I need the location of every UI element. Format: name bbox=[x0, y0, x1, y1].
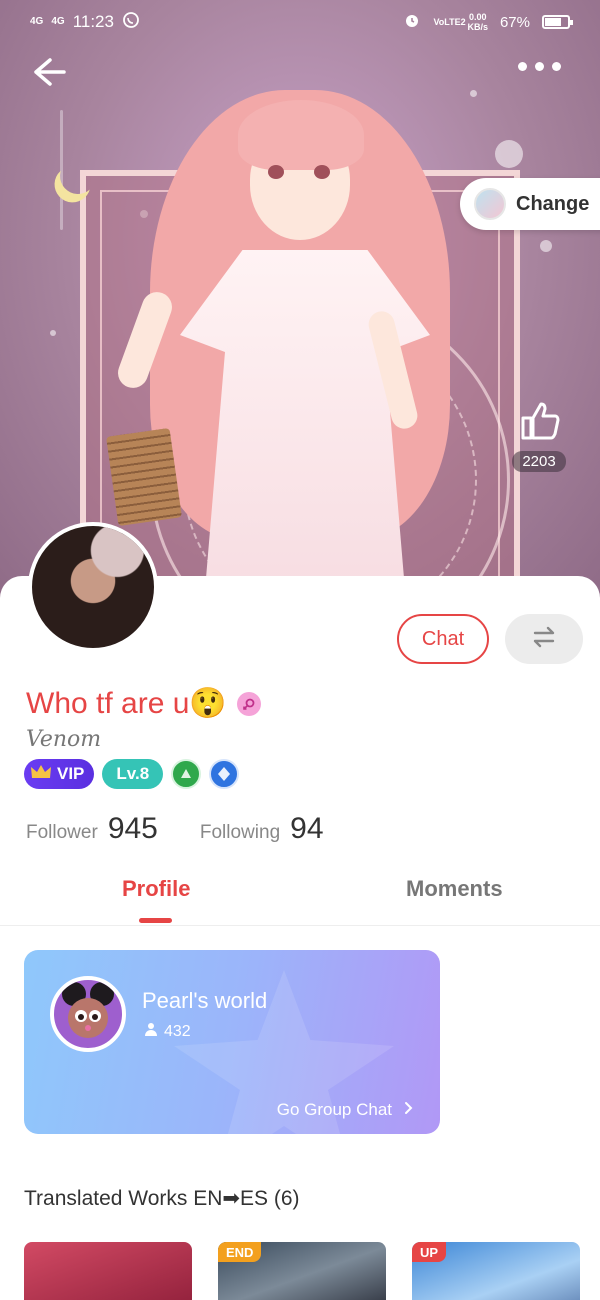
group-name: Pearl's world bbox=[142, 988, 268, 1013]
work-cover[interactable]: UP bbox=[412, 1242, 580, 1300]
volte-indicator: VoLTE2 bbox=[433, 17, 466, 27]
network-speed-value: 0.00 bbox=[468, 12, 487, 22]
tab-profile[interactable]: Profile bbox=[122, 876, 190, 902]
chat-label: Chat bbox=[421, 627, 465, 650]
battery-icon bbox=[542, 15, 573, 29]
back-arrow-icon[interactable] bbox=[28, 52, 68, 92]
following-label[interactable]: Following bbox=[200, 822, 280, 844]
person-icon bbox=[144, 1022, 158, 1041]
change-outfit-button[interactable]: Change bbox=[460, 178, 600, 230]
crown-icon bbox=[30, 763, 52, 786]
badge-row: VIP Lv.8 bbox=[24, 758, 240, 790]
follower-count[interactable]: 945 bbox=[108, 812, 158, 846]
member-count: 432 bbox=[164, 1022, 191, 1040]
work-cover[interactable] bbox=[24, 1242, 192, 1300]
like-count: 2203 bbox=[512, 451, 566, 472]
work-cover[interactable]: END bbox=[218, 1242, 386, 1300]
profile-cover-image: 4G 4G 11:23 VoLTE2 0.00 KB/s 67% Change bbox=[0, 0, 600, 600]
achievement-gem-icon[interactable] bbox=[209, 759, 240, 789]
follow-stats: Follower 945 Following 94 bbox=[26, 812, 366, 846]
alarm-icon bbox=[403, 11, 421, 33]
tab-moments[interactable]: Moments bbox=[406, 876, 503, 902]
translated-works-title: Translated Works EN➡ES (6) bbox=[24, 1187, 300, 1210]
status-badge: UP bbox=[412, 1242, 447, 1262]
follower-label[interactable]: Follower bbox=[26, 822, 98, 844]
whatsapp-icon bbox=[122, 11, 140, 34]
female-gender-icon bbox=[236, 691, 261, 716]
swap-arrows-icon bbox=[531, 626, 557, 653]
profile-tabs: Profile Moments bbox=[0, 868, 600, 926]
chat-button[interactable]: Chat bbox=[397, 614, 489, 664]
achievement-medal-icon[interactable] bbox=[171, 759, 202, 789]
like-button[interactable]: 2203 bbox=[505, 398, 573, 472]
group-member-count: 432 bbox=[144, 1022, 191, 1041]
level-label: Lv.8 bbox=[116, 764, 150, 783]
status-bar: 4G 4G 11:23 VoLTE2 0.00 KB/s 67% bbox=[0, 0, 600, 44]
vip-label: VIP bbox=[57, 764, 85, 783]
vip-badge[interactable]: VIP bbox=[24, 759, 95, 789]
network-indicator: 4G bbox=[30, 16, 44, 27]
username-text: Who tf are u😲 bbox=[26, 687, 227, 720]
username: Who tf are u😲 bbox=[26, 686, 261, 721]
signature: Venom bbox=[26, 727, 102, 752]
outfit-thumbnail bbox=[474, 188, 506, 220]
switch-button[interactable] bbox=[505, 614, 583, 664]
go-group-chat-label: Go Group Chat bbox=[276, 1100, 392, 1119]
status-badge: END bbox=[218, 1242, 262, 1262]
network-indicator-2: 4G bbox=[51, 16, 65, 27]
network-speed: 0.00 KB/s bbox=[467, 12, 488, 32]
clock: 11:23 bbox=[72, 12, 114, 31]
following-count[interactable]: 94 bbox=[290, 812, 323, 846]
more-options-icon[interactable] bbox=[518, 62, 561, 71]
avatar[interactable] bbox=[28, 522, 158, 652]
works-list: END UP bbox=[24, 1242, 580, 1300]
go-group-chat-link[interactable]: Go Group Chat bbox=[277, 1100, 414, 1120]
thumbs-up-icon bbox=[517, 402, 561, 446]
active-tab-indicator bbox=[139, 918, 172, 923]
change-label: Change bbox=[516, 192, 590, 215]
group-avatar bbox=[50, 976, 126, 1052]
chevron-right-icon bbox=[404, 1100, 414, 1120]
network-speed-unit: KB/s bbox=[467, 22, 488, 32]
battery-percent: 67% bbox=[499, 13, 530, 31]
level-badge[interactable]: Lv.8 bbox=[102, 759, 164, 789]
group-chat-card[interactable]: Pearl's world 432 Go Group Chat bbox=[24, 950, 440, 1134]
